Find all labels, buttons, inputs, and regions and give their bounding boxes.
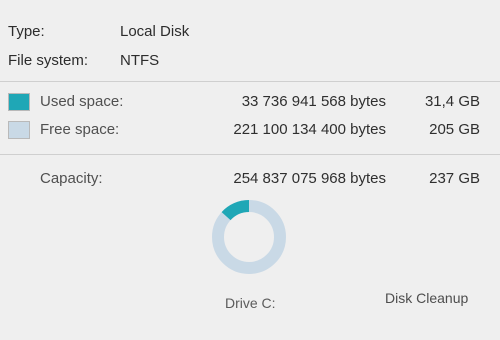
type-label: Type: <box>8 23 45 40</box>
capacity-bytes: 254 837 075 968 bytes <box>233 170 386 187</box>
drive-usage-donut-chart <box>212 200 286 274</box>
file-system-label: File system: <box>8 52 89 69</box>
free-space-size: 205 GB <box>429 121 480 138</box>
used-space-size: 31,4 GB <box>424 93 480 110</box>
middle-divider <box>0 154 500 155</box>
free-space-label: Free space: <box>40 121 120 138</box>
drive-properties-panel: Type: Local Disk File system: NTFS Used … <box>0 0 500 340</box>
free-space-bytes: 221 100 134 400 bytes <box>233 121 386 138</box>
top-divider <box>0 81 500 82</box>
type-value: Local Disk <box>120 23 190 40</box>
used-space-label: Used space: <box>40 93 124 110</box>
file-system-value: NTFS <box>120 52 160 69</box>
capacity-size: 237 GB <box>429 170 480 187</box>
drive-label: Drive C: <box>225 295 276 311</box>
used-space-swatch <box>8 93 30 111</box>
used-space-arc <box>221 200 250 221</box>
free-space-swatch <box>8 121 30 139</box>
disk-cleanup-button[interactable]: Disk Cleanup <box>381 287 472 309</box>
used-space-bytes: 33 736 941 568 bytes <box>241 93 386 110</box>
capacity-label: Capacity: <box>40 170 103 187</box>
